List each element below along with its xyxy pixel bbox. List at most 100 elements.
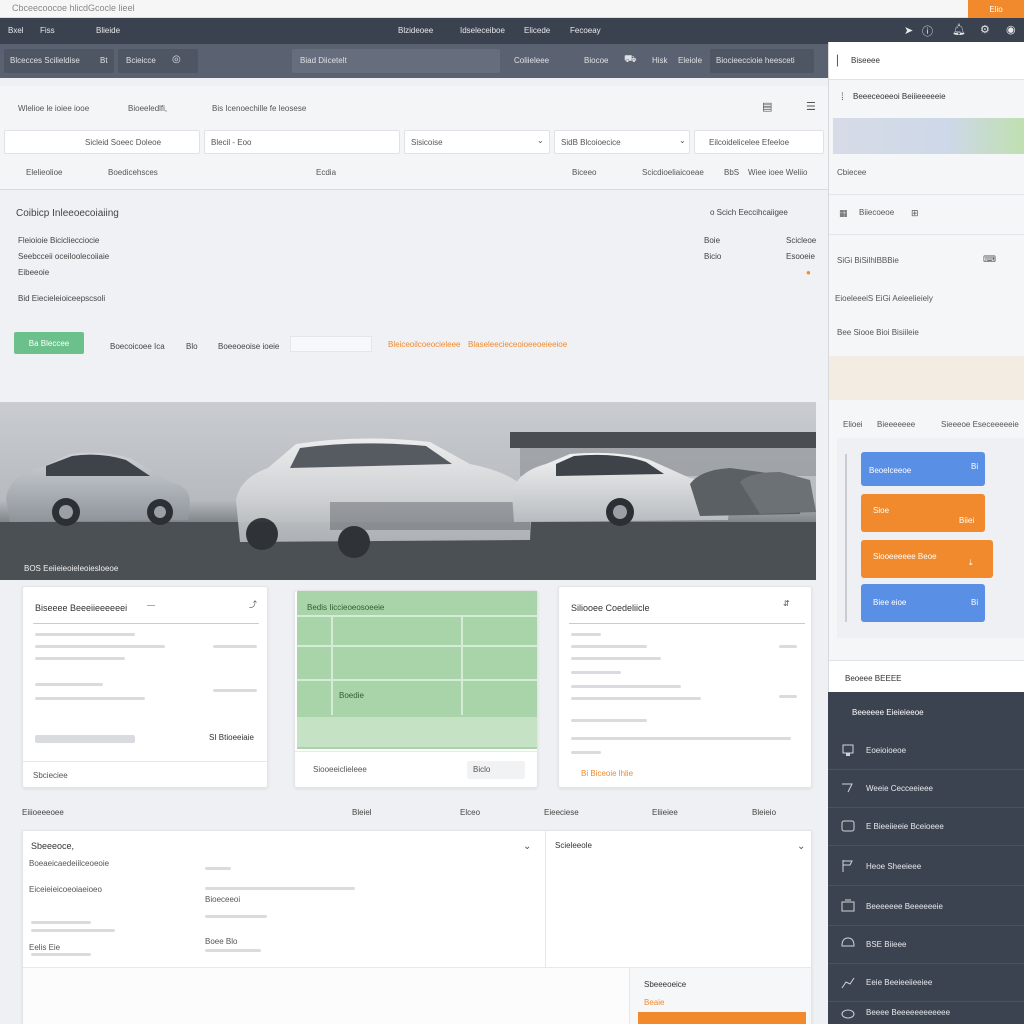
nav-item-6[interactable]: BSE Biieee (828, 926, 1024, 964)
tile-3[interactable]: Siooeeeeee Beoe ⤓ (861, 540, 993, 578)
toolbar-right-3[interactable]: Hisk (652, 56, 668, 65)
orange-badge[interactable]: Elio (968, 0, 1024, 18)
menu-center-3[interactable]: Elicede (524, 26, 550, 35)
filter-field-5[interactable]: Eilcoidelicelee Efeeloe (694, 130, 824, 154)
card-1-footer[interactable]: Sbcieciee (33, 771, 68, 780)
text-line (205, 867, 231, 870)
card-table[interactable]: Bedis Iiccieoeosoeeie Boedie Siooeeiclie… (294, 590, 538, 788)
lower-right-collapse-icon[interactable]: ⌄ (797, 841, 805, 852)
filter-label-2[interactable]: Blo (186, 342, 198, 351)
toolbar-right-2[interactable]: Biocoe (584, 56, 608, 65)
nav-item-2[interactable]: Weeie Cecceeieee (828, 770, 1024, 808)
section-heading: Coibicp Inleeoecoiaiing (16, 208, 119, 219)
nav-item-3[interactable]: E Bieeiieeie Bceioeee (828, 808, 1024, 846)
sidebar-clip-icon: ⁞ (841, 92, 844, 103)
lower-line-3: Eelis Eie (29, 943, 61, 952)
sidebar-back-icon[interactable]: ▏ (837, 56, 845, 67)
lower-collapse-icon[interactable]: ⌄ (523, 841, 531, 852)
badge-icon (841, 1009, 855, 1019)
text-line (31, 929, 115, 932)
divider (545, 831, 546, 967)
lower-left-title: Sbeeeoce, (31, 841, 75, 851)
filter-field-1[interactable]: Sicleid Soeec Doleoe (4, 130, 200, 154)
sidebar-footer-label: Beoeee BEEEE (845, 674, 902, 683)
tile-1[interactable]: Beoelceeoe Bi (861, 452, 985, 486)
nav-item-7[interactable]: Eeie Beeieeiieeiee (828, 964, 1024, 1002)
sidebar-item-3[interactable]: EioeleeeiS EiGi Aeieelieiely (835, 294, 933, 303)
nav-item-1[interactable]: Eoeioioeoe (828, 732, 1024, 770)
menu-item-3[interactable]: Blieide (96, 26, 120, 35)
lower-label-5: Eliieiee (652, 808, 678, 817)
filter-field-3[interactable]: Sisicoise ⌄ (404, 130, 550, 154)
eye-icon[interactable]: ◎ (172, 54, 181, 65)
card-details[interactable]: Siliooee Coedeliicle ⇵ Bi Biceoie lhlie (558, 586, 812, 788)
sidebar-item-4[interactable]: Bee Siooe Bioi Bisiileie (837, 328, 919, 337)
tile-2-sub: Biiei (959, 516, 975, 525)
sidebar-item-1-badge-icon: ⊞ (911, 208, 919, 218)
toolbar-right-1[interactable]: Coliieleee (514, 56, 549, 65)
card-2-title: Bedis Iiccieoeosoeeie (307, 603, 385, 612)
sidebar-section-title: Cbiecee (837, 168, 867, 177)
text-line (571, 685, 681, 688)
text-line (35, 735, 135, 743)
tile-2-label: Sioe (873, 506, 890, 515)
bell-icon[interactable]: 🔔︎ (952, 23, 966, 36)
settings-icon[interactable]: ⚙ (980, 23, 990, 36)
card-1-action-icon[interactable]: ⤴ (249, 599, 257, 610)
divider (461, 615, 463, 715)
filter-label-1[interactable]: Boecoicoee Ica (110, 342, 165, 351)
filter-field-2[interactable]: Blecil - Eoo (204, 130, 400, 154)
sidebar-subheader: Beeeceoeeoi Beiiieeeeeie (853, 92, 946, 101)
list-icon[interactable]: ☰ (806, 100, 816, 113)
lower-blank-area (23, 967, 629, 1024)
sidebar-item-1-icon: ▦ (839, 208, 848, 218)
sidebar-item-1[interactable]: Biiecoeoe (859, 208, 894, 217)
car-icon[interactable]: ⛟ (624, 54, 637, 67)
green-table-area (297, 591, 537, 749)
tile-2[interactable]: Sioe Biiei (861, 494, 985, 532)
grid-icon[interactable]: ▤ (762, 100, 772, 113)
filter-field-4-value: SidB Blcoioecice (561, 138, 621, 147)
lower-summary-box: Sbeeeoeice Beaie (629, 967, 811, 1024)
section-right-heading[interactable]: o Scich Eeccihcaiigee (710, 208, 788, 217)
sidebar-tab-1[interactable]: Elioei (843, 420, 863, 429)
filter-label-3[interactable]: Boeeoeoise ioeie (218, 342, 279, 351)
nav-item-8[interactable]: Beeee Beeeeeeeeeeee (828, 1002, 1024, 1024)
toolbar-search-value: Biad Diicetelt (300, 56, 347, 65)
card-3-link[interactable]: Bi Biceoie lhlie (581, 769, 633, 778)
dark-navigation: Beeeeee Eieieieeoe Eoeioioeoe Weeie Cecc… (828, 692, 1024, 1024)
text-line (571, 671, 621, 674)
tile-1-sub: Bi (971, 462, 979, 471)
primary-green-button[interactable]: Ba Bleccee (14, 332, 84, 354)
filter-field-4[interactable]: SidB Blcoioecice ⌄ (554, 130, 690, 154)
keyboard-icon[interactable]: ⌨ (983, 254, 996, 265)
menu-center-1[interactable]: Blzideoee (398, 26, 433, 35)
orange-link-1[interactable]: Bleiceoilcoeocieleee (388, 340, 461, 349)
filter-input[interactable] (290, 336, 372, 352)
nav-item-4[interactable]: Heoe Sheeieee (828, 848, 1024, 886)
menu-item-2[interactable]: Fiss (40, 26, 55, 35)
menu-center-4[interactable]: Fecoeay (570, 26, 601, 35)
arrow-icon[interactable]: ➤ (904, 24, 913, 37)
sidebar-tab-2[interactable]: Bieeeeeee (877, 420, 915, 429)
tile-4-label: Biee eioe (873, 598, 907, 607)
orange-progress-bar[interactable] (638, 1012, 806, 1024)
sidebar-tab-3[interactable]: Sieeeoe Eseceeeeeie (941, 420, 1019, 429)
info-icon[interactable]: ⓘ (922, 23, 933, 39)
header-row1-b: Bioeeledlfi, (128, 104, 168, 113)
nav-item-5[interactable]: Beeeeeee Beeeeeeie (828, 888, 1024, 926)
sidebar-item-2[interactable]: SiGi BiSilhlBBBie (837, 256, 899, 265)
toolbar-right-4[interactable]: Eleiole (678, 56, 702, 65)
tile-4[interactable]: Biee eioe Bi (861, 584, 985, 622)
tile-3-label: Siooeeeeee Beoe (873, 552, 937, 561)
menu-item-1[interactable]: Bxel (8, 26, 24, 35)
card-3-action-icon[interactable]: ⇵ (783, 599, 790, 608)
tile-1-label: Beoelceeoe (869, 466, 912, 475)
user-icon[interactable]: ◉ (1006, 23, 1016, 36)
orange-link-2[interactable]: Blaseleecieceoioeeoeieeioe (468, 340, 567, 349)
card-2-footer: Siooeeiclieleee (313, 765, 367, 774)
card-summary[interactable]: Biseeee Beeeiieeeeeei ⎯⎯ ⤴ SI Btioeeiaie… (22, 586, 268, 788)
text-line (571, 737, 791, 740)
menu-center-2[interactable]: Idseleceiboe (460, 26, 505, 35)
sidebar-title: Biseeee (851, 56, 880, 65)
